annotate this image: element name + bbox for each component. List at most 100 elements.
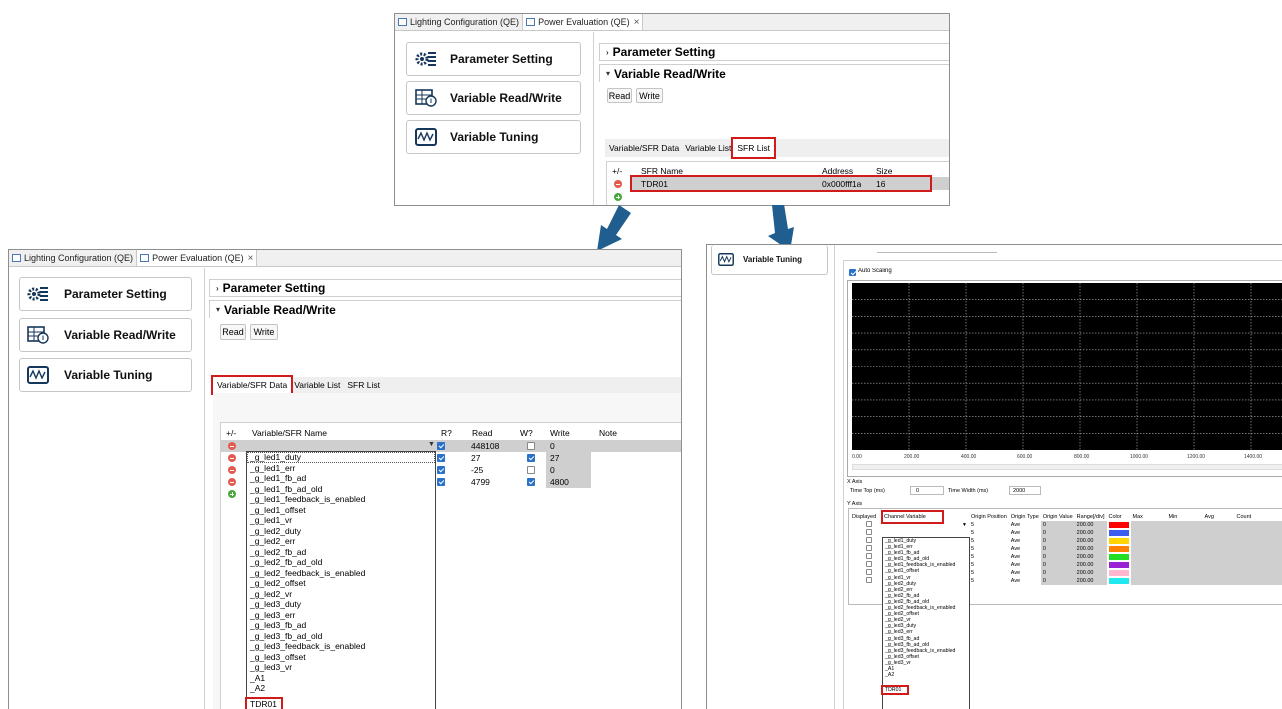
remove-row-icon[interactable] bbox=[228, 442, 236, 450]
origin-value-cell[interactable]: 0 bbox=[1040, 569, 1075, 577]
dropdown-option[interactable]: _g_led3_fb_ad bbox=[247, 620, 435, 631]
write-button[interactable]: Write bbox=[636, 88, 663, 103]
r-checkbox[interactable] bbox=[437, 466, 445, 474]
displayed-checkbox[interactable] bbox=[866, 537, 872, 543]
color-swatch-cell[interactable] bbox=[1107, 561, 1131, 569]
r-checkbox[interactable] bbox=[437, 454, 445, 462]
origin-type-cell[interactable]: Ave bbox=[1009, 577, 1041, 585]
dropdown-option[interactable]: _g_led3_fb_ad_old bbox=[247, 631, 435, 642]
dropdown-option[interactable]: _g_led1_vr bbox=[247, 515, 435, 526]
tab-power-evaluation[interactable]: Power Evaluation (QE) × bbox=[137, 250, 258, 266]
origin-value-cell[interactable]: 0 bbox=[1040, 577, 1075, 585]
color-swatch[interactable] bbox=[1108, 530, 1129, 536]
tab-lighting-configuration[interactable]: Lighting Configuration (QE) bbox=[395, 14, 524, 30]
nav-variable-read-write-button[interactable]: Variable Read/Write bbox=[19, 318, 192, 352]
write-value-cell[interactable]: 0 bbox=[550, 465, 555, 475]
displayed-checkbox[interactable] bbox=[866, 569, 872, 575]
w-checkbox[interactable] bbox=[527, 466, 535, 474]
tab-variable-sfr-data[interactable]: Variable/SFR Data bbox=[210, 375, 294, 395]
nav-variable-tuning-button[interactable]: Variable Tuning bbox=[19, 358, 192, 392]
range-cell[interactable]: 200.00 bbox=[1074, 545, 1107, 553]
range-cell[interactable]: 200.00 bbox=[1074, 553, 1107, 561]
origin-type-cell[interactable]: Ave bbox=[1009, 521, 1041, 529]
tab-variable-list[interactable]: Variable List bbox=[291, 377, 343, 393]
displayed-checkbox[interactable] bbox=[866, 521, 872, 527]
dropdown-option[interactable]: _g_led2_err bbox=[247, 536, 435, 547]
origin-position-cell[interactable]: 5 bbox=[969, 537, 1009, 545]
origin-value-cell[interactable]: 0 bbox=[1040, 561, 1075, 569]
dropdown-option[interactable]: _g_led2_offset bbox=[247, 578, 435, 589]
dropdown-option[interactable]: _g_led1_duty bbox=[247, 452, 435, 463]
dropdown-option[interactable]: _g_led1_fb_ad bbox=[247, 473, 435, 484]
dropdown-option-tdr01[interactable]: TDR01 bbox=[880, 685, 910, 696]
write-value-cell[interactable]: 27 bbox=[550, 453, 559, 463]
origin-type-cell[interactable]: Ave bbox=[1009, 561, 1041, 569]
range-cell[interactable]: 200.00 bbox=[1074, 561, 1107, 569]
dropdown-option[interactable]: _g_led3_feedback_is_enabled bbox=[247, 641, 435, 652]
w-checkbox[interactable] bbox=[527, 478, 535, 486]
read-button[interactable]: Read bbox=[220, 324, 246, 340]
color-swatch-cell[interactable] bbox=[1107, 521, 1131, 529]
dropdown-option[interactable]: _g_led2_fb_ad_old bbox=[247, 557, 435, 568]
tab-sfr-list[interactable]: SFR List bbox=[343, 377, 384, 393]
dropdown-option[interactable]: _g_led2_duty bbox=[247, 526, 435, 537]
auto-scaling-checkbox[interactable] bbox=[849, 269, 856, 276]
dropdown-option[interactable]: _A1 bbox=[247, 673, 435, 684]
origin-type-cell[interactable]: Ave bbox=[1009, 553, 1041, 561]
origin-value-cell[interactable]: 0 bbox=[1040, 529, 1075, 537]
color-swatch[interactable] bbox=[1108, 522, 1129, 528]
variable-dropdown-list[interactable]: _g_led1_duty _g_led1_err _g_led1_fb_ad _… bbox=[245, 451, 436, 709]
horizontal-scrollbar[interactable] bbox=[852, 464, 1282, 470]
origin-position-cell[interactable]: 5 bbox=[969, 521, 1009, 529]
dropdown-option[interactable]: _g_led1_feedback_is_enabled bbox=[247, 494, 435, 505]
nav-parameter-setting-button[interactable]: Parameter Setting bbox=[19, 277, 192, 311]
parameter-setting-section-header[interactable]: › Parameter Setting bbox=[209, 279, 681, 297]
color-swatch[interactable] bbox=[1108, 546, 1129, 552]
tab-variable-sfr-data[interactable]: Variable/SFR Data bbox=[605, 139, 683, 157]
origin-type-cell[interactable]: Ave bbox=[1009, 545, 1041, 553]
origin-position-cell[interactable]: 5 bbox=[969, 577, 1009, 585]
tab-variable-list[interactable]: Variable List bbox=[683, 139, 733, 157]
dropdown-option[interactable]: _g_led3_duty bbox=[247, 599, 435, 610]
write-button[interactable]: Write bbox=[250, 324, 278, 340]
w-checkbox[interactable] bbox=[527, 454, 535, 462]
color-swatch-cell[interactable] bbox=[1107, 529, 1131, 537]
read-button[interactable]: Read bbox=[607, 88, 632, 103]
write-value-cell[interactable]: 0 bbox=[550, 441, 555, 451]
tab-sfr-list[interactable]: SFR List bbox=[731, 137, 776, 159]
origin-type-cell[interactable]: Ave bbox=[1009, 529, 1041, 537]
dropdown-option[interactable]: _g_led1_offset bbox=[247, 505, 435, 516]
w-checkbox[interactable] bbox=[527, 442, 535, 450]
channel-variable-dropdown-list[interactable]: _g_led1_duty _g_led1_err _g_led1_fb_ad _… bbox=[880, 537, 970, 709]
origin-position-cell[interactable]: 5 bbox=[969, 569, 1009, 577]
origin-position-cell[interactable]: 5 bbox=[969, 545, 1009, 553]
color-swatch-cell[interactable] bbox=[1107, 577, 1131, 585]
remove-row-icon[interactable] bbox=[614, 180, 622, 188]
color-swatch-cell[interactable] bbox=[1107, 545, 1131, 553]
variable-rw-section-header[interactable]: ▾ Variable Read/Write bbox=[599, 64, 949, 82]
nav-variable-tuning-button[interactable]: Variable Tuning bbox=[711, 245, 828, 275]
dropdown-option-tdr01[interactable]: TDR01 bbox=[245, 696, 283, 709]
add-row-icon[interactable] bbox=[228, 490, 236, 498]
r-checkbox[interactable] bbox=[437, 478, 445, 486]
tab-lighting-configuration[interactable]: Lighting Configuration (QE) bbox=[9, 250, 138, 266]
displayed-checkbox[interactable] bbox=[866, 561, 872, 567]
origin-value-cell[interactable]: 0 bbox=[1040, 521, 1075, 529]
color-swatch[interactable] bbox=[1108, 538, 1129, 544]
remove-row-icon[interactable] bbox=[228, 466, 236, 474]
color-swatch[interactable] bbox=[1108, 578, 1129, 584]
y-table-row[interactable]: 5 Ave 0 200.00 bbox=[850, 529, 1282, 537]
dropdown-option[interactable]: _A2 bbox=[247, 683, 435, 694]
range-cell[interactable]: 200.00 bbox=[1074, 577, 1107, 585]
dropdown-option[interactable]: _g_led1_fb_ad_old bbox=[247, 484, 435, 495]
origin-type-cell[interactable]: Ave bbox=[1009, 537, 1041, 545]
displayed-checkbox[interactable] bbox=[866, 529, 872, 535]
dropdown-option[interactable]: _g_led3_vr bbox=[247, 662, 435, 673]
dropdown-option[interactable]: _g_led3_err bbox=[247, 610, 435, 621]
dropdown-option[interactable]: _g_led3_offset bbox=[247, 652, 435, 663]
dropdown-option[interactable]: _A2 bbox=[883, 672, 969, 678]
color-swatch[interactable] bbox=[1108, 562, 1129, 568]
dropdown-option[interactable]: _g_led2_fb_ad bbox=[247, 547, 435, 558]
nav-parameter-setting-button[interactable]: Parameter Setting bbox=[406, 42, 581, 76]
origin-value-cell[interactable]: 0 bbox=[1040, 545, 1075, 553]
